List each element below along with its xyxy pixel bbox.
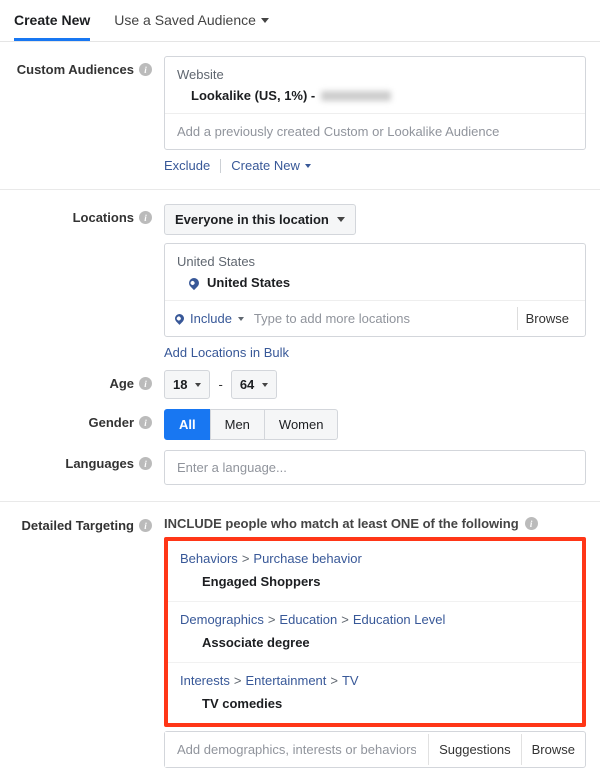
- targeting-value: TV comedies: [180, 696, 570, 711]
- info-icon[interactable]: i: [139, 63, 152, 76]
- website-label: Website: [177, 67, 573, 82]
- location-scope-dropdown[interactable]: Everyone in this location: [164, 204, 356, 235]
- detailed-targeting-input[interactable]: [165, 732, 428, 767]
- exclude-link[interactable]: Exclude: [164, 158, 210, 173]
- detailed-targeting-header: INCLUDE people who match at least ONE of…: [164, 516, 586, 531]
- age-min-dropdown[interactable]: 18: [164, 370, 210, 399]
- targeting-item[interactable]: Behaviors>Purchase behavior Engaged Shopp…: [168, 541, 582, 602]
- caret-down-icon: [238, 317, 244, 321]
- age-separator: -: [218, 377, 222, 392]
- targeting-breadcrumb: Behaviors>Purchase behavior: [180, 551, 570, 566]
- caret-down-icon: [262, 383, 268, 387]
- targeting-highlight-box: Behaviors>Purchase behavior Engaged Shopp…: [164, 537, 586, 727]
- info-icon[interactable]: i: [139, 211, 152, 224]
- redacted-name: [321, 91, 391, 101]
- info-icon[interactable]: i: [525, 517, 538, 530]
- targeting-item[interactable]: Interests>Entertainment>TV TV comedies: [168, 663, 582, 723]
- gender-women-button[interactable]: Women: [264, 409, 339, 440]
- label-locations: Locations i: [14, 204, 164, 225]
- section-demographics: Locations i Everyone in this location Un…: [0, 190, 600, 502]
- tab-saved-audience[interactable]: Use a Saved Audience: [114, 0, 269, 41]
- age-max-value: 64: [240, 377, 254, 392]
- label-age: Age i: [14, 370, 164, 391]
- targeting-breadcrumb: Interests>Entertainment>TV: [180, 673, 570, 688]
- label-gender: Gender i: [14, 409, 164, 430]
- caret-down-icon: [195, 383, 201, 387]
- lookalike-text: Lookalike (US, 1%) -: [191, 88, 315, 103]
- location-group-header: United States: [165, 244, 585, 273]
- tab-saved-label: Use a Saved Audience: [114, 12, 256, 28]
- caret-down-icon: [261, 18, 269, 23]
- lookalike-item[interactable]: Lookalike (US, 1%) -: [177, 88, 573, 103]
- label-text: Languages: [65, 456, 134, 471]
- include-text: Include: [190, 311, 232, 326]
- add-locations-bulk-link[interactable]: Add Locations in Bulk: [164, 345, 289, 360]
- custom-audience-add[interactable]: Add a previously created Custom or Looka…: [165, 113, 585, 149]
- label-languages: Languages i: [14, 450, 164, 471]
- gender-men-button[interactable]: Men: [210, 409, 265, 440]
- age-max-dropdown[interactable]: 64: [231, 370, 277, 399]
- info-icon[interactable]: i: [139, 377, 152, 390]
- suggestions-button[interactable]: Suggestions: [428, 734, 521, 765]
- gender-all-button[interactable]: All: [164, 409, 211, 440]
- create-new-link[interactable]: Create New: [231, 158, 311, 173]
- dt-header-text: INCLUDE people who match at least ONE of…: [164, 516, 519, 531]
- custom-audience-box: Website Lookalike (US, 1%) - Add a previ…: [164, 56, 586, 150]
- label-text: Locations: [73, 210, 134, 225]
- info-icon[interactable]: i: [139, 457, 152, 470]
- label-text: Gender: [88, 415, 134, 430]
- targeting-value: Associate degree: [180, 635, 570, 650]
- include-dropdown[interactable]: Include: [175, 311, 244, 326]
- location-item-us[interactable]: United States: [165, 273, 585, 300]
- label-detailed-targeting: Detailed Targeting i: [14, 516, 164, 533]
- location-pin-icon: [173, 312, 186, 325]
- info-icon[interactable]: i: [139, 416, 152, 429]
- targeting-value: Engaged Shoppers: [180, 574, 570, 589]
- location-item-text: United States: [207, 275, 290, 290]
- locations-box: United States United States Include Brow…: [164, 243, 586, 337]
- tab-create-new[interactable]: Create New: [14, 0, 90, 41]
- targeting-breadcrumb: Demographics>Education>Education Level: [180, 612, 570, 627]
- section-custom-audiences: Custom Audiences i Website Lookalike (US…: [0, 42, 600, 190]
- create-new-text: Create New: [231, 158, 300, 173]
- scope-text: Everyone in this location: [175, 212, 329, 227]
- location-search-input[interactable]: [252, 310, 509, 327]
- gender-button-group: All Men Women: [164, 409, 586, 440]
- label-custom-audiences: Custom Audiences i: [14, 56, 164, 77]
- detailed-targeting-input-row: Suggestions Browse: [164, 731, 586, 768]
- caret-down-icon: [337, 217, 345, 222]
- age-min-value: 18: [173, 377, 187, 392]
- language-input[interactable]: [164, 450, 586, 485]
- label-text: Detailed Targeting: [22, 518, 134, 533]
- label-text: Custom Audiences: [17, 62, 134, 77]
- label-text: Age: [109, 376, 134, 391]
- detailed-browse-button[interactable]: Browse: [521, 734, 585, 765]
- info-icon[interactable]: i: [139, 519, 152, 532]
- caret-down-icon: [305, 164, 311, 168]
- section-detailed-targeting: Detailed Targeting i INCLUDE people who …: [0, 502, 600, 784]
- location-browse-button[interactable]: Browse: [517, 307, 577, 330]
- targeting-item[interactable]: Demographics>Education>Education Level As…: [168, 602, 582, 663]
- location-pin-icon: [187, 275, 201, 289]
- divider: [220, 159, 221, 173]
- audience-tabs: Create New Use a Saved Audience: [0, 0, 600, 42]
